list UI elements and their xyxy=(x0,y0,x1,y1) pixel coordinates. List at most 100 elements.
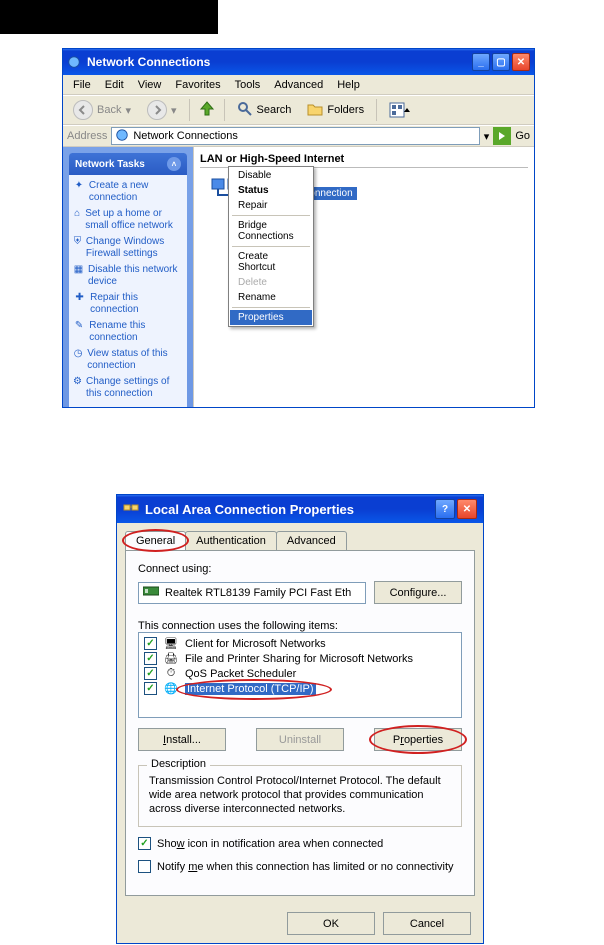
back-button[interactable]: Back ▾ xyxy=(67,98,137,122)
task-status[interactable]: ◷View status of this connection xyxy=(73,347,183,373)
separator xyxy=(232,215,310,216)
folders-button[interactable]: Folders xyxy=(301,99,370,122)
tab-strip: General Authentication Advanced xyxy=(125,531,475,550)
search-button[interactable]: Search xyxy=(231,99,298,122)
connect-using-label: Connect using: xyxy=(138,563,462,575)
titlebar[interactable]: Local Area Connection Properties ? ✕ xyxy=(117,495,483,523)
lan-properties-dialog: Local Area Connection Properties ? ✕ Gen… xyxy=(116,494,484,944)
components-list[interactable]: ✓ 🖥 Client for Microsoft Networks ✓ 🖨 Fi… xyxy=(138,632,462,718)
forward-icon xyxy=(147,100,167,120)
description-group: Description Transmission Control Protoco… xyxy=(138,765,462,827)
ctx-properties[interactable]: Properties xyxy=(230,310,312,325)
task-firewall[interactable]: ⛨Change Windows Firewall settings xyxy=(73,235,183,261)
ctx-status[interactable]: Status xyxy=(230,183,312,198)
uninstall-button: Uninstall xyxy=(256,728,344,751)
checkbox-checked[interactable]: ✓ xyxy=(144,682,157,695)
context-menu: Disable Status Repair Bridge Connections… xyxy=(228,166,314,327)
menu-view[interactable]: View xyxy=(132,77,168,93)
chevron-up-icon: ˄ xyxy=(167,157,181,171)
titlebar[interactable]: Network Connections _ ▢ ✕ xyxy=(63,49,534,75)
home-icon: ⌂ xyxy=(73,208,81,232)
folders-icon xyxy=(307,101,323,120)
maximize-button[interactable]: ▢ xyxy=(492,53,510,71)
checkbox-checked[interactable]: ✓ xyxy=(144,667,157,680)
separator xyxy=(189,99,190,121)
ctx-rename[interactable]: Rename xyxy=(230,290,312,305)
menu-bar: File Edit View Favorites Tools Advanced … xyxy=(63,75,534,95)
status-icon: ◷ xyxy=(73,348,83,372)
ok-button[interactable]: OK xyxy=(287,912,375,935)
menu-edit[interactable]: Edit xyxy=(99,77,130,93)
group-header[interactable]: Network Tasks ˄ xyxy=(69,153,187,175)
properties-button[interactable]: Properties xyxy=(374,728,462,751)
address-bar: Address Network Connections ▾ Go xyxy=(63,125,534,147)
network-icon xyxy=(67,55,81,69)
checkbox-checked[interactable]: ✓ xyxy=(144,637,157,650)
checkbox-checked[interactable]: ✓ xyxy=(138,837,151,850)
cancel-button[interactable]: Cancel xyxy=(383,912,471,935)
checkbox-unchecked[interactable]: ✓ xyxy=(138,860,151,873)
checkbox-checked[interactable]: ✓ xyxy=(144,652,157,665)
task-create-connection[interactable]: ✦Create a new connection xyxy=(73,179,183,205)
address-input[interactable]: Network Connections xyxy=(111,127,479,145)
close-button[interactable]: ✕ xyxy=(512,53,530,71)
task-repair[interactable]: ✚Repair this connection xyxy=(73,291,183,317)
search-label: Search xyxy=(257,104,292,116)
task-setup-home-network[interactable]: ⌂Set up a home or small office network xyxy=(73,207,183,233)
client-icon: 🖥 xyxy=(163,637,179,650)
service-icon: 🖨 xyxy=(163,652,179,665)
task-settings[interactable]: ⚙Change settings of this connection xyxy=(73,375,183,401)
dialog-buttons: OK Cancel xyxy=(117,904,483,943)
minimize-button[interactable]: _ xyxy=(472,53,490,71)
menu-help[interactable]: Help xyxy=(331,77,366,93)
ctx-delete: Delete xyxy=(230,275,312,290)
toolbar: Back ▾ ▾ Search Folders xyxy=(63,95,534,125)
go-button[interactable] xyxy=(493,127,511,145)
menu-file[interactable]: File xyxy=(67,77,97,93)
tab-authentication[interactable]: Authentication xyxy=(185,531,277,550)
up-button[interactable] xyxy=(196,99,218,121)
adapter-name: Realtek RTL8139 Family PCI Fast Eth xyxy=(165,587,351,599)
wizard-icon: ✦ xyxy=(73,180,85,204)
ctx-disable[interactable]: Disable xyxy=(230,168,312,183)
chevron-down-icon: ▾ xyxy=(171,104,177,117)
shield-icon: ⛨ xyxy=(73,236,82,260)
search-icon xyxy=(237,101,253,120)
ctx-shortcut[interactable]: Create Shortcut xyxy=(230,249,312,275)
install-button[interactable]: Install... xyxy=(138,728,226,751)
task-disable-device[interactable]: ▦Disable this network device xyxy=(73,263,183,289)
list-item[interactable]: ✓ 🖨 File and Printer Sharing for Microso… xyxy=(142,651,458,666)
dropdown-icon[interactable]: ▾ xyxy=(484,130,490,143)
description-text: Transmission Control Protocol/Internet P… xyxy=(149,774,451,816)
list-item[interactable]: ✓ 🖥 Client for Microsoft Networks xyxy=(142,636,458,651)
go-label: Go xyxy=(515,130,530,142)
notify-row[interactable]: ✓ Notify me when this connection has lim… xyxy=(138,860,462,873)
configure-button[interactable]: Configure... xyxy=(374,581,462,604)
separator xyxy=(232,246,310,247)
forward-button[interactable]: ▾ xyxy=(141,98,183,122)
menu-advanced[interactable]: Advanced xyxy=(268,77,329,93)
list-item[interactable]: ✓ ⏱ QoS Packet Scheduler xyxy=(142,666,458,681)
description-legend: Description xyxy=(147,758,210,770)
tab-page-general: Connect using: Realtek RTL8139 Family PC… xyxy=(125,550,475,896)
menu-tools[interactable]: Tools xyxy=(229,77,267,93)
ctx-bridge[interactable]: Bridge Connections xyxy=(230,218,312,244)
ctx-repair[interactable]: Repair xyxy=(230,198,312,213)
separator xyxy=(232,307,310,308)
list-item-tcpip[interactable]: ✓ 🌐 Internet Protocol (TCP/IP) xyxy=(142,681,458,696)
close-button[interactable]: ✕ xyxy=(457,499,477,519)
repair-icon: ✚ xyxy=(73,292,86,316)
rename-icon: ✎ xyxy=(73,320,85,344)
menu-favorites[interactable]: Favorites xyxy=(169,77,226,93)
back-label: Back xyxy=(97,104,121,116)
tab-advanced[interactable]: Advanced xyxy=(276,531,347,550)
help-button[interactable]: ? xyxy=(435,499,455,519)
gear-icon: ⚙ xyxy=(73,376,82,400)
chevron-down-icon: ▾ xyxy=(125,104,131,117)
separator xyxy=(224,99,225,121)
side-panel: Network Tasks ˄ ✦Create a new connection… xyxy=(63,147,193,407)
views-button[interactable] xyxy=(383,100,417,120)
task-rename[interactable]: ✎Rename this connection xyxy=(73,319,183,345)
show-icon-row[interactable]: ✓ Show icon in notification area when co… xyxy=(138,837,462,850)
tab-general[interactable]: General xyxy=(125,531,186,550)
